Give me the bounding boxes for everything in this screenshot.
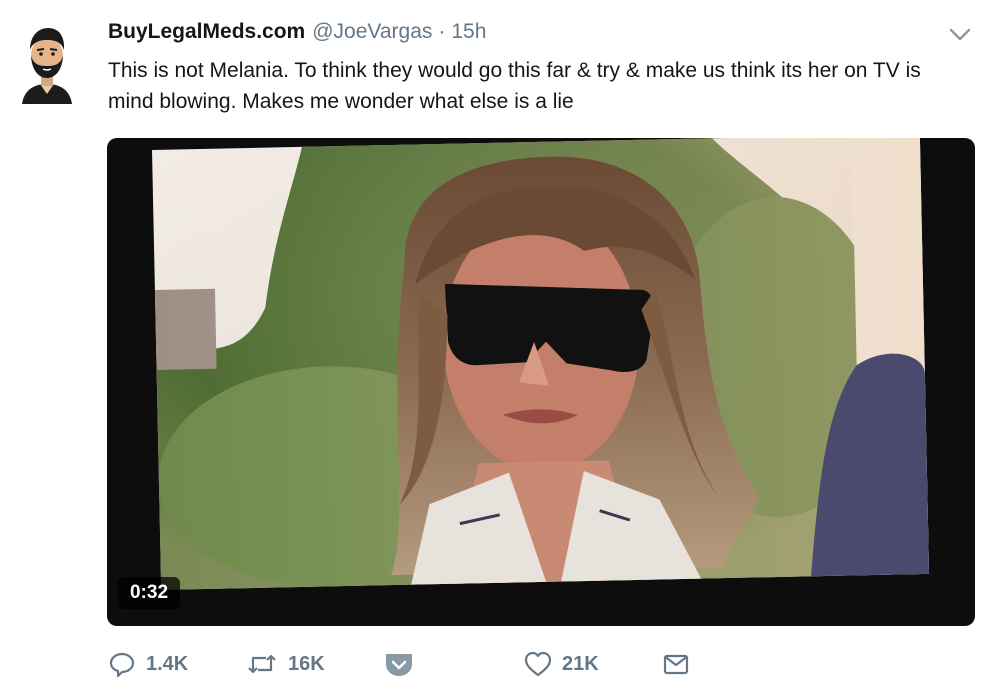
like-count: 21K xyxy=(562,652,599,675)
reply-button[interactable]: 1.4K xyxy=(108,650,188,678)
direct-message-button[interactable] xyxy=(662,650,690,678)
tweet-header: BuyLegalMeds.com @JoeVargas · 15h xyxy=(108,20,486,48)
save-icon xyxy=(386,654,412,676)
like-button[interactable]: 21K xyxy=(524,650,599,678)
tweet-actions: 1.4K 16K 21K xyxy=(0,640,991,684)
retweet-icon xyxy=(248,654,276,674)
separator: · xyxy=(438,20,446,43)
chevron-down-icon xyxy=(949,28,971,41)
direct-message-icon xyxy=(663,654,689,675)
tweet: BuyLegalMeds.com @JoeVargas · 15h This i… xyxy=(0,0,991,684)
retweet-count: 16K xyxy=(288,652,325,675)
more-options-button[interactable] xyxy=(948,24,972,44)
like-icon xyxy=(524,651,552,677)
timestamp[interactable]: 15h xyxy=(451,20,486,44)
retweet-button[interactable]: 16K xyxy=(246,650,325,678)
tweet-text: This is not Melania. To think they would… xyxy=(108,59,921,113)
avatar[interactable] xyxy=(18,20,76,106)
video-duration: 0:32 xyxy=(118,577,180,609)
video-frame xyxy=(151,138,930,590)
reply-icon xyxy=(109,652,135,678)
avatar-icon xyxy=(22,28,72,104)
save-button[interactable] xyxy=(384,650,414,678)
reply-count: 1.4K xyxy=(146,652,189,675)
user-handle[interactable]: @JoeVargas xyxy=(312,20,432,44)
display-name[interactable]: BuyLegalMeds.com xyxy=(108,20,305,44)
video-player[interactable] xyxy=(107,138,975,626)
